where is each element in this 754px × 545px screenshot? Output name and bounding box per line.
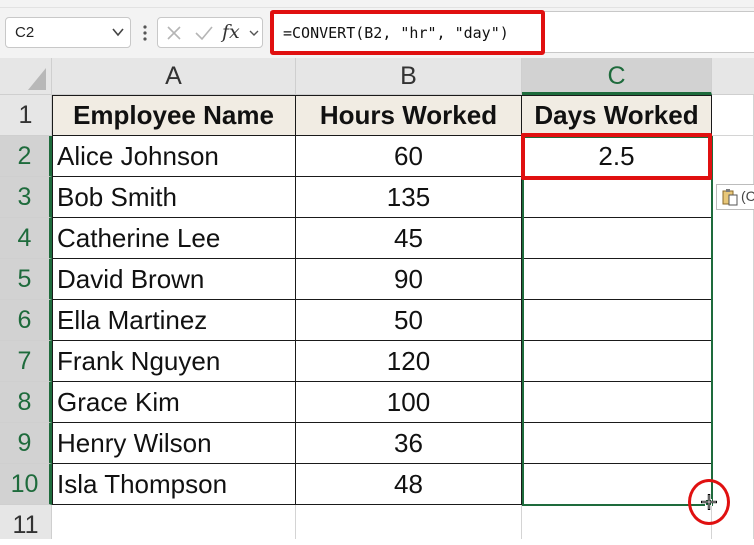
cell-hours-worked[interactable]: 45	[296, 218, 522, 259]
row-header-5[interactable]: 5	[0, 259, 52, 300]
fx-icon[interactable]: fx	[222, 19, 248, 45]
cell-employee-name[interactable]: Henry Wilson	[52, 423, 296, 464]
cell-employee-name[interactable]: Grace Kim	[52, 382, 296, 423]
chevron-down-icon[interactable]	[111, 25, 125, 39]
row-header-8[interactable]: 8	[0, 382, 52, 423]
cell-hours-worked[interactable]: 120	[296, 341, 522, 382]
cell-days-worked[interactable]	[522, 300, 712, 341]
header-employee-name[interactable]: Employee Name	[52, 95, 296, 136]
formula-highlight	[270, 10, 545, 55]
cell-days-worked[interactable]	[522, 218, 712, 259]
cell-hours-worked[interactable]: 60	[296, 136, 522, 177]
enter-icon[interactable]	[194, 24, 214, 42]
row-header-1[interactable]: 1	[0, 95, 52, 136]
cell-days-worked[interactable]	[522, 177, 712, 218]
chevron-down-icon[interactable]	[248, 27, 260, 39]
row-header-11[interactable]: 11	[0, 505, 52, 539]
cell-days-worked[interactable]: 2.5	[522, 136, 712, 177]
cell-days-worked[interactable]	[522, 464, 712, 505]
grid-line	[295, 505, 296, 539]
row-header-4[interactable]: 4	[0, 218, 52, 259]
cell-days-worked[interactable]	[522, 423, 712, 464]
paste-options-label: (C	[741, 188, 754, 204]
cell-employee-name[interactable]: Alice Johnson	[52, 136, 296, 177]
cell-employee-name[interactable]: Isla Thompson	[52, 464, 296, 505]
row-header-9[interactable]: 9	[0, 423, 52, 464]
cell-hours-worked[interactable]: 48	[296, 464, 522, 505]
cell-employee-name[interactable]: Bob Smith	[52, 177, 296, 218]
cell-days-worked[interactable]	[522, 382, 712, 423]
cell-employee-name[interactable]: David Brown	[52, 259, 296, 300]
name-box-value: C2	[15, 24, 35, 41]
column-header-c[interactable]: C	[522, 58, 712, 95]
cell-hours-worked[interactable]: 36	[296, 423, 522, 464]
cell-employee-name[interactable]: Catherine Lee	[52, 218, 296, 259]
cell-d1[interactable]	[712, 95, 754, 136]
cell-hours-worked[interactable]: 90	[296, 259, 522, 300]
header-hours-worked[interactable]: Hours Worked	[296, 95, 522, 136]
row-header-2[interactable]: 2	[0, 136, 52, 177]
cancel-icon[interactable]	[165, 24, 183, 42]
select-all-icon	[28, 68, 46, 90]
more-options-icon[interactable]	[141, 21, 149, 45]
cell-days-worked[interactable]	[522, 259, 712, 300]
grid-line	[521, 505, 522, 539]
cell-hours-worked[interactable]: 100	[296, 382, 522, 423]
header-days-worked[interactable]: Days Worked	[522, 95, 712, 136]
cell-hours-worked[interactable]: 50	[296, 300, 522, 341]
fill-cursor-icon	[701, 494, 717, 510]
paste-options-icon[interactable]	[721, 188, 739, 206]
cell-days-worked[interactable]	[522, 341, 712, 382]
column-header-b[interactable]: B	[296, 58, 522, 95]
row-header-7[interactable]: 7	[0, 341, 52, 382]
row-header-10[interactable]: 10	[0, 464, 52, 505]
row-header-3[interactable]: 3	[0, 177, 52, 218]
cell-employee-name[interactable]: Frank Nguyen	[52, 341, 296, 382]
title-strip	[0, 0, 754, 8]
cell-employee-name[interactable]: Ella Martinez	[52, 300, 296, 341]
column-header-d[interactable]	[712, 58, 754, 95]
cell-hours-worked[interactable]: 135	[296, 177, 522, 218]
column-header-a[interactable]: A	[52, 58, 296, 95]
row-header-6[interactable]: 6	[0, 300, 52, 341]
